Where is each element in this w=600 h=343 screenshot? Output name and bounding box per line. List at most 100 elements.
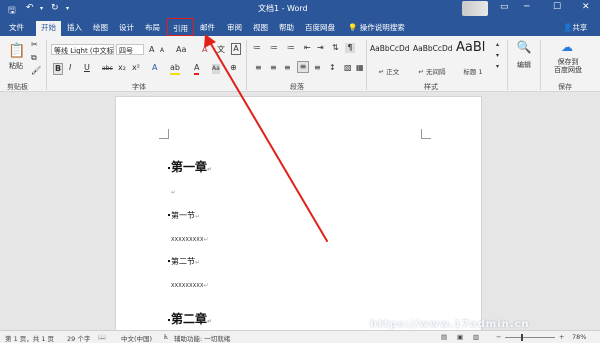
zoom-slider-thumb[interactable] — [521, 334, 523, 341]
minimize-icon[interactable]: ─ — [524, 2, 529, 12]
save-to-baidu-button-label[interactable]: 保存到 百度网盘 — [544, 58, 592, 74]
zoom-slider[interactable] — [505, 337, 555, 338]
document-page[interactable]: 第一章↵ ↵ 第一节↵ XXXXXXXXX↵ 第二节↵ XXXXXXXXX↵ 第… — [115, 96, 482, 336]
font-size-select[interactable]: 四号 — [116, 44, 144, 55]
align-right-icon[interactable]: ≡ — [284, 63, 291, 73]
format-painter-icon[interactable]: 🖌 — [31, 66, 41, 76]
shrink-font-icon[interactable]: A — [160, 46, 164, 56]
baidu-netdisk-icon[interactable]: ☁ — [559, 41, 575, 53]
underline-icon[interactable]: U — [84, 63, 90, 73]
sort-icon[interactable]: ⇅ — [332, 43, 339, 53]
numbering-icon[interactable]: ≔ — [270, 43, 278, 53]
divider — [46, 40, 47, 90]
superscript-icon[interactable]: x² — [132, 63, 140, 73]
tab-review[interactable]: 审阅 — [227, 22, 242, 33]
style-no-spacing[interactable]: AaBbCcDd ↵ 无间隔 — [411, 40, 453, 78]
zoom-level[interactable]: 78% — [572, 333, 586, 341]
tab-help[interactable]: 帮助 — [279, 22, 294, 33]
zoom-out-button[interactable]: − — [496, 333, 501, 341]
web-layout-icon[interactable]: ▥ — [473, 333, 479, 341]
tab-file[interactable]: 文件 — [9, 22, 24, 33]
editing-button-label[interactable]: 编辑 — [512, 60, 536, 70]
accessibility-icon[interactable]: ♿ — [163, 333, 169, 341]
accessibility-status[interactable]: 辅助功能: 一切就绪 — [174, 333, 230, 343]
tell-me-search[interactable]: 💡 操作说明搜索 — [348, 22, 405, 33]
body-paragraph[interactable]: XXXXXXXXX↵ — [171, 236, 209, 243]
undo-dropdown-icon[interactable]: ▾ — [40, 5, 43, 12]
redo-icon[interactable]: ↻ — [51, 3, 59, 13]
heading-section-1[interactable]: 第一节↵ — [171, 210, 200, 221]
proofing-icon[interactable]: 📖 — [98, 333, 106, 341]
word-count[interactable]: 29 个字 — [67, 333, 90, 343]
save-icon[interactable]: 🖫 — [8, 3, 16, 19]
paste-icon[interactable]: 📋 — [8, 42, 25, 60]
tab-home[interactable]: 开始 — [36, 21, 61, 36]
ribbon-display-options-icon[interactable]: ▭ — [500, 2, 509, 12]
character-border-icon[interactable]: A — [231, 43, 241, 55]
text-effects-icon[interactable]: A — [152, 63, 157, 73]
distributed-icon[interactable]: ≡ — [314, 63, 321, 73]
tab-layout[interactable]: 布局 — [145, 22, 160, 33]
styles-scroll-down-icon[interactable]: ▾ — [496, 51, 499, 61]
align-center-icon[interactable]: ≡ — [270, 63, 277, 73]
decrease-indent-icon[interactable]: ⇤ — [304, 43, 311, 53]
empty-paragraph[interactable]: ↵ — [171, 189, 176, 196]
styles-more-icon[interactable]: ▾ — [496, 62, 499, 72]
enclose-characters-icon[interactable]: ⊕ — [230, 63, 237, 73]
ribbon: 📋 粘贴 ✂ ⧉ 🖌 剪贴板 等线 Light (中文标 四号 A A Aa A… — [0, 36, 600, 92]
close-icon[interactable]: ✕ — [582, 2, 590, 12]
language-indicator[interactable]: 中文(中国) — [121, 333, 152, 343]
character-shading-icon[interactable]: Aa — [212, 64, 220, 74]
borders-icon[interactable]: ▦ — [356, 63, 364, 73]
italic-icon[interactable]: I — [69, 63, 71, 73]
subscript-icon[interactable]: x₂ — [118, 63, 126, 73]
font-name-select[interactable]: 等线 Light (中文标 — [51, 44, 114, 55]
style-normal[interactable]: AaBbCcDd ↵ 正文 — [368, 40, 410, 78]
justify-icon[interactable]: ≡ — [297, 61, 309, 73]
grow-font-icon[interactable]: A — [149, 45, 154, 55]
tab-baidu-netdisk[interactable]: 百度网盘 — [305, 22, 335, 33]
tab-references[interactable]: 引用 — [167, 18, 194, 36]
customize-quick-access-icon[interactable]: ▾ — [66, 5, 69, 12]
line-spacing-icon[interactable]: ↕ — [329, 63, 336, 73]
focus-mode-icon[interactable]: ▤ — [441, 333, 447, 341]
tab-mailings[interactable]: 邮件 — [200, 22, 215, 33]
increase-indent-icon[interactable]: ⇥ — [317, 43, 324, 53]
find-icon[interactable]: 🔍 — [516, 41, 532, 53]
body-paragraph[interactable]: XXXXXXXXX↵ — [171, 282, 209, 289]
tab-view[interactable]: 视图 — [253, 22, 268, 33]
font-color-icon[interactable]: A — [194, 63, 200, 75]
divider — [366, 40, 367, 90]
show-paragraph-marks-icon[interactable]: ¶ — [345, 43, 355, 53]
strikethrough-icon[interactable]: abc — [102, 64, 113, 74]
phonetic-guide-icon[interactable]: 文 — [217, 45, 225, 55]
shading-icon[interactable]: ▧ — [344, 63, 352, 73]
style-heading-1[interactable]: AaBl 标题 1 — [454, 40, 494, 78]
maximize-icon[interactable]: ☐ — [553, 2, 561, 12]
zoom-in-button[interactable]: + — [559, 333, 564, 341]
bullets-icon[interactable]: ≔ — [253, 43, 261, 53]
multilevel-list-icon[interactable]: ≔ — [287, 43, 295, 53]
tab-insert[interactable]: 插入 — [67, 22, 82, 33]
bold-icon[interactable]: B — [53, 63, 63, 75]
undo-icon[interactable]: ↶ — [26, 3, 34, 13]
tab-design[interactable]: 设计 — [119, 22, 134, 33]
change-case-icon[interactable]: Aa — [176, 45, 186, 55]
clear-formatting-icon[interactable]: A — [202, 45, 207, 55]
account-avatar[interactable] — [462, 1, 488, 16]
heading-bullet — [168, 260, 170, 262]
copy-icon[interactable]: ⧉ — [31, 53, 37, 63]
paste-button-label[interactable]: 粘贴 — [7, 61, 25, 71]
heading-section-2[interactable]: 第二节↵ — [171, 256, 200, 267]
cut-icon[interactable]: ✂ — [31, 40, 38, 50]
page-count[interactable]: 第 1 页，共 1 页 — [5, 333, 54, 343]
group-label-styles: 样式 — [424, 83, 438, 91]
align-left-icon[interactable]: ≡ — [255, 63, 262, 73]
print-layout-icon[interactable]: ▣ — [457, 333, 463, 341]
styles-scroll-up-icon[interactable]: ▴ — [496, 40, 499, 50]
share-button[interactable]: 👤共享 — [563, 22, 587, 33]
heading-chapter-2[interactable]: 第二章↵ — [171, 310, 212, 327]
tab-draw[interactable]: 绘图 — [93, 22, 108, 33]
highlight-color-icon[interactable]: ab — [170, 63, 180, 75]
heading-chapter-1[interactable]: 第一章↵ — [171, 158, 212, 175]
